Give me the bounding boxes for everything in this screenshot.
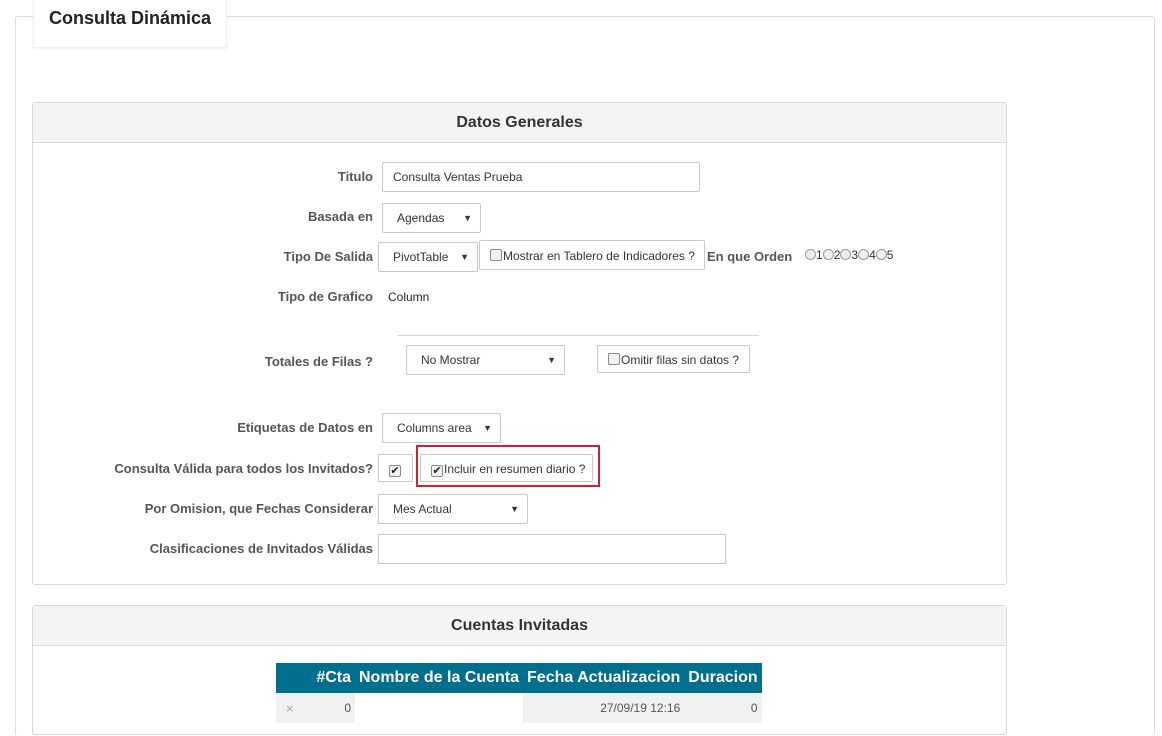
radio-icon[interactable] <box>875 249 887 260</box>
orden-option-2: 2 <box>833 248 841 262</box>
accounts-header: Cuentas Invitadas <box>33 606 1006 646</box>
fechas-label: Por Omision, que Fechas Considerar <box>144 501 373 516</box>
orden-radio-group: 12345 <box>805 248 893 262</box>
etiquetas-label: Etiquetas de Datos en <box>237 420 373 435</box>
chevron-down-icon: ▼ <box>463 213 472 223</box>
orden-label: En que Orden <box>707 249 793 264</box>
accounts-section: Cuentas Invitadas #Cta Nombre de la Cuen… <box>32 605 1007 735</box>
orden-option-4: 4 <box>869 248 876 262</box>
etiquetas-select[interactable]: Columns area ▼ <box>382 413 501 443</box>
remove-icon[interactable]: × <box>280 701 294 716</box>
radio-icon[interactable] <box>840 249 852 260</box>
cta-cell: × 0 <box>276 693 355 723</box>
column-header-cta[interactable]: #Cta <box>276 663 355 693</box>
clasificaciones-label: Clasificaciones de Invitados Válidas <box>149 541 373 556</box>
tipo-grafico-label: Tipo de Grafico <box>277 289 373 304</box>
page-title: Consulta Dinámica <box>49 8 212 28</box>
basada-en-select[interactable]: Agendas ▼ <box>382 203 481 233</box>
etiquetas-value: Columns area <box>397 421 472 435</box>
totales-filas-value: No Mostrar <box>421 353 481 367</box>
column-header-duracion[interactable]: Duracion <box>684 663 762 693</box>
totales-filas-label: Totales de Filas ? <box>264 354 373 369</box>
chevron-down-icon: ▼ <box>460 252 469 262</box>
orden-option-3: 3 <box>851 248 859 262</box>
radio-icon[interactable] <box>822 249 834 260</box>
omitir-filas-checkbox[interactable]: Omitir filas sin datos ? <box>597 345 750 373</box>
valida-invitados-label: Consulta Válida para todos los Invitados… <box>114 461 373 476</box>
general-data-section: Datos Generales Titulo Consulta Ventas P… <box>32 102 1007 585</box>
chevron-down-icon: ▼ <box>547 355 556 365</box>
totales-filas-select[interactable]: No Mostrar ▼ <box>406 345 565 375</box>
chevron-down-icon: ▼ <box>510 504 519 514</box>
mostrar-tablero-label: Mostrar en Tablero de Indicadores ? <box>503 249 695 263</box>
chevron-down-icon: ▼ <box>483 423 492 433</box>
tipo-salida-label: Tipo De Salida <box>283 249 373 264</box>
column-header-nombre[interactable]: Nombre de la Cuenta <box>355 663 524 693</box>
tipo-grafico-value: Column <box>388 290 430 304</box>
divider <box>398 335 759 336</box>
general-data-header: Datos Generales <box>33 103 1006 143</box>
radio-icon[interactable] <box>805 249 816 260</box>
accounts-table: #Cta Nombre de la Cuenta Fecha Actualiza… <box>276 663 762 723</box>
highlight-box <box>416 445 600 487</box>
tipo-salida-value: PivotTable <box>393 250 449 264</box>
titulo-label: Titulo <box>337 169 373 184</box>
fechas-select[interactable]: Mes Actual ▼ <box>378 494 528 524</box>
column-header-fecha[interactable]: Fecha Actualizacion <box>523 663 685 693</box>
table-row: × 0 27/09/19 12:16 0 <box>276 693 762 723</box>
fecha-cell: 27/09/19 12:16 <box>523 693 685 723</box>
basada-en-label: Basada en <box>307 209 373 224</box>
checkmark-icon[interactable]: ✔ <box>389 465 401 477</box>
orden-option-1: 1 <box>816 248 823 262</box>
omitir-filas-label: Omitir filas sin datos ? <box>621 353 740 367</box>
checkbox-icon[interactable] <box>490 249 502 261</box>
tipo-salida-select[interactable]: PivotTable ▼ <box>378 242 478 272</box>
clasificaciones-input[interactable] <box>378 534 726 564</box>
nombre-cell <box>355 693 523 723</box>
radio-icon[interactable] <box>858 249 870 260</box>
fechas-value: Mes Actual <box>393 502 452 516</box>
orden-option-5: 5 <box>886 248 894 262</box>
titulo-input[interactable]: Consulta Ventas Prueba <box>382 162 700 192</box>
cta-value: 0 <box>344 700 351 715</box>
checkbox-icon[interactable] <box>608 353 620 365</box>
duracion-cell: 0 <box>684 693 762 723</box>
valida-invitados-checkbox[interactable]: ✔ <box>378 454 413 482</box>
mostrar-tablero-checkbox[interactable]: Mostrar en Tablero de Indicadores ? <box>479 240 705 270</box>
basada-en-value: Agendas <box>397 211 445 225</box>
